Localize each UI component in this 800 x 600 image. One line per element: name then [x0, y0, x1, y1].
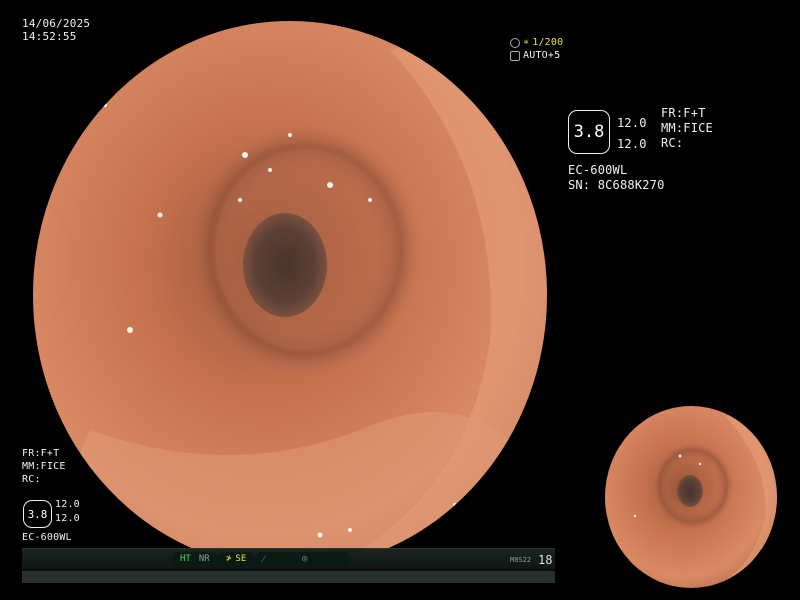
- se-icon: ≯: [226, 554, 232, 564]
- shutter-icon: [510, 37, 520, 48]
- shutter-prefix: ∗: [523, 37, 530, 48]
- shutter-indicator: ∗ 1/200 AUTO+5: [510, 36, 563, 62]
- date-text: 14/06/2025: [22, 17, 91, 30]
- scope-info: EC-600WL SN: 8C688K270: [568, 163, 665, 193]
- scope-serial: SN: 8C688K270: [568, 178, 665, 192]
- enhancement-levels: 12.0 12.0: [617, 116, 647, 151]
- scope-model: EC-600WL: [568, 163, 628, 177]
- scope-model-left: EC-600WL: [22, 532, 72, 543]
- date-time: 14/06/2025 14:52:55: [22, 17, 90, 43]
- endoscopic-main-view: [31, 19, 549, 570]
- structure-enhancement-badge: 3.8: [568, 110, 610, 154]
- processing-indicators: HT NR: [172, 552, 218, 566]
- slash-icon: ⁄: [263, 554, 265, 565]
- iris-icon: [510, 50, 520, 61]
- shutter-value: 1/200: [532, 37, 564, 48]
- status-bar: HT NR ≯ SE ⁄ ◎ M8S22 18: [22, 548, 555, 583]
- time-text: 14:52:55: [22, 30, 77, 43]
- endoscopic-pip-view: [605, 406, 777, 588]
- mode-info-right: FR:F+T MM:FICE RC:: [661, 106, 713, 150]
- enhancement-levels-left: 12.0 12.0: [55, 499, 80, 524]
- mode-info-left: FR:F+T MM:FICE RC:: [22, 448, 66, 485]
- se-indicator: ≯ SE: [218, 552, 255, 566]
- camera-slot: ◎: [294, 552, 350, 566]
- ht-indicator: HT: [180, 554, 191, 564]
- camera-icon: ◎: [302, 554, 308, 564]
- nr-indicator: NR: [198, 554, 210, 564]
- iris-value: AUTO+5: [523, 50, 561, 61]
- status-code: M8S22: [510, 556, 532, 564]
- structure-enhancement-badge-left: 3.8: [23, 500, 52, 528]
- frame-count: 18: [538, 553, 553, 567]
